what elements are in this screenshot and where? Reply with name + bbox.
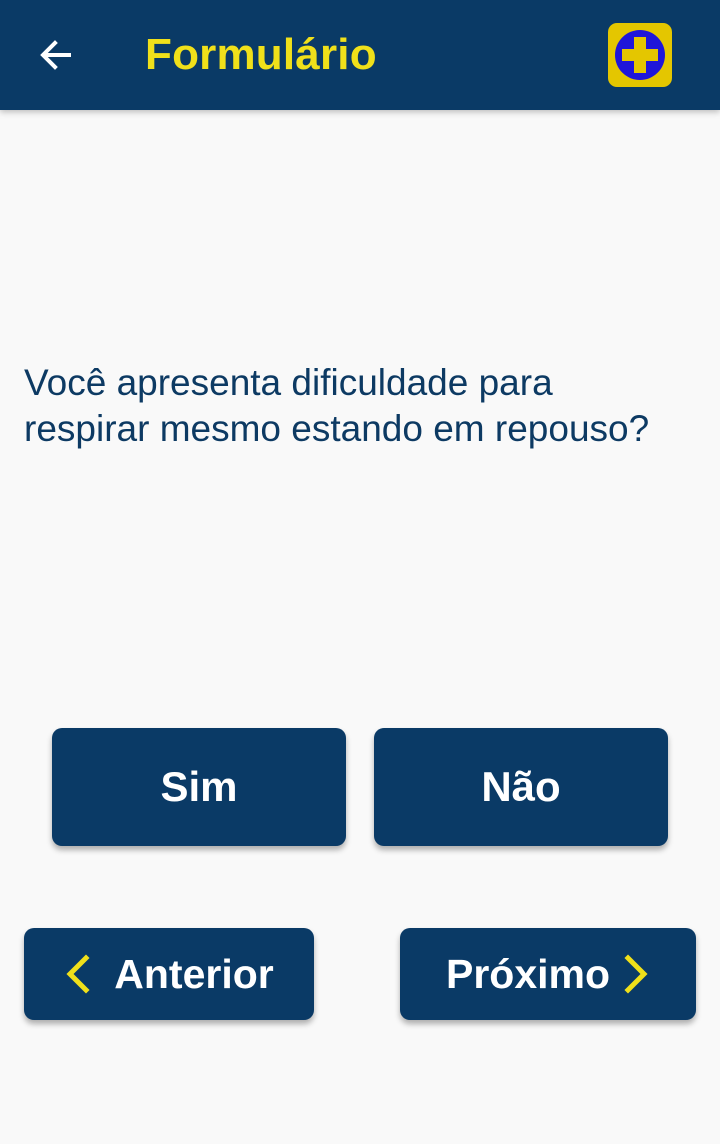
logo-button[interactable] xyxy=(608,23,672,87)
no-button[interactable]: Não xyxy=(374,728,668,846)
back-button[interactable] xyxy=(24,23,88,87)
yes-button-label: Sim xyxy=(160,763,238,810)
previous-button-label: Anterior xyxy=(114,950,274,997)
chevron-left-icon xyxy=(64,954,92,994)
arrow-left-icon xyxy=(40,40,71,70)
chevron-right-icon xyxy=(622,954,650,994)
medical-cross-icon xyxy=(615,30,665,80)
no-button-label: Não xyxy=(481,763,561,810)
next-button-label: Próximo xyxy=(445,950,611,997)
next-button[interactable]: Próximo xyxy=(400,928,696,1020)
previous-button[interactable]: Anterior xyxy=(24,928,314,1020)
app-bar: Formulário xyxy=(0,0,720,110)
yes-button[interactable]: Sim xyxy=(52,728,346,846)
question-text: Você apresenta dificuldade para respirar… xyxy=(24,362,650,449)
page-title: Formulário xyxy=(145,30,377,79)
